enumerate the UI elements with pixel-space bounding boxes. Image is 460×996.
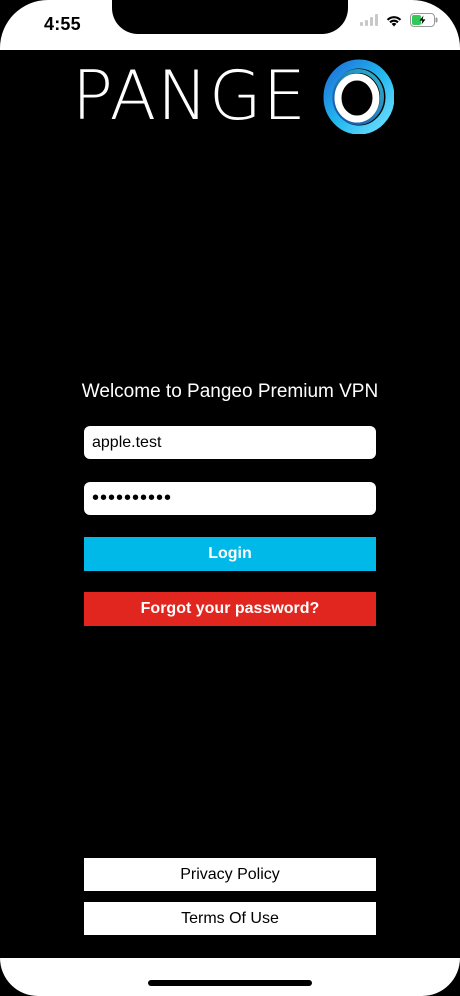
battery-charging-icon	[410, 13, 438, 27]
forgot-password-button[interactable]: Forgot your password?	[84, 592, 376, 626]
status-icons	[360, 13, 438, 27]
pangeo-logo: PANGE	[72, 58, 402, 140]
bottom-bar	[0, 958, 460, 996]
screen-corner	[0, 0, 50, 50]
logo-o-ring-icon	[323, 59, 394, 134]
logo-text: PANGE	[72, 57, 307, 136]
terms-of-use-button[interactable]: Terms Of Use	[84, 902, 376, 935]
wifi-icon	[386, 15, 402, 26]
status-bar: 4:55	[0, 0, 460, 50]
device-notch	[112, 0, 348, 34]
cellular-signal-icon	[360, 14, 378, 26]
password-input[interactable]	[84, 482, 376, 515]
privacy-policy-button[interactable]: Privacy Policy	[84, 858, 376, 891]
login-button[interactable]: Login	[84, 537, 376, 571]
screen-corner	[410, 958, 460, 996]
welcome-text: Welcome to Pangeo Premium VPN	[81, 381, 379, 402]
home-indicator[interactable]	[148, 980, 312, 986]
login-screen: 4:55 PANGE Welcome to Pangeo Premium VPN…	[0, 0, 460, 996]
username-input[interactable]	[84, 426, 376, 459]
status-time: 4:55	[44, 14, 81, 34]
screen-corner	[0, 958, 50, 996]
